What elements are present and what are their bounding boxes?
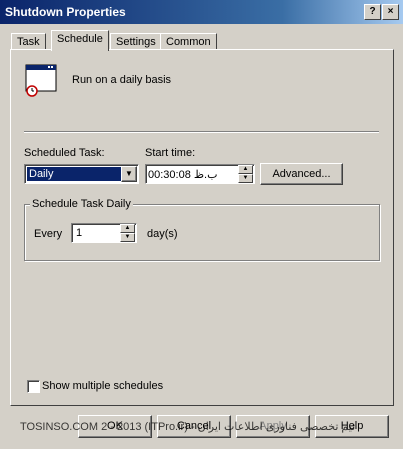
scheduled-task-label: Scheduled Task: — [24, 147, 105, 159]
scheduled-task-value: Daily — [27, 167, 121, 181]
advanced-button[interactable]: Advanced... — [260, 163, 343, 185]
tab-settings[interactable]: Settings — [110, 33, 162, 50]
start-time-value: ب.ظ 00:30:08 — [148, 169, 218, 181]
every-days-input[interactable]: 1 ▲ ▼ — [71, 223, 137, 243]
window-title: Shutdown Properties — [5, 5, 126, 19]
calendar-clock-icon — [25, 64, 57, 97]
separator — [24, 131, 379, 133]
start-time-input[interactable]: ب.ظ 00:30:08 ▲ ▼ — [145, 164, 255, 184]
title-bar: Shutdown Properties ? × — [0, 0, 403, 24]
spin-up-icon[interactable]: ▲ — [120, 224, 135, 233]
schedule-summary: Run on a daily basis — [72, 74, 172, 86]
show-multiple-label: Show multiple schedules — [42, 380, 164, 392]
tab-task[interactable]: Task — [11, 33, 46, 50]
tab-common[interactable]: Common — [160, 33, 217, 50]
spin-up-icon[interactable]: ▲ — [238, 165, 253, 174]
start-time-spinner[interactable]: ▲ ▼ — [238, 165, 253, 183]
spin-down-icon[interactable]: ▼ — [120, 233, 135, 242]
days-unit-label: day(s) — [147, 228, 178, 240]
spin-down-icon[interactable]: ▼ — [238, 174, 253, 183]
every-label: Every — [34, 228, 63, 240]
every-days-spinner[interactable]: ▲ ▼ — [120, 224, 135, 242]
close-title-button[interactable]: × — [382, 4, 399, 20]
scheduled-task-select[interactable]: Daily ▼ — [24, 164, 139, 184]
schedule-panel: Run on a daily basis Scheduled Task: Sta… — [10, 49, 394, 406]
start-time-label: Start time: — [145, 147, 196, 159]
show-multiple-checkbox[interactable] — [27, 380, 40, 393]
help-title-button[interactable]: ? — [364, 4, 381, 20]
dropdown-arrow-icon[interactable]: ▼ — [121, 166, 137, 182]
watermark-text: TOSINSO.COM 2 - 2013 (ITPro.ir) - تیم تخ… — [20, 421, 356, 433]
every-days-value: 1 — [76, 227, 83, 239]
group-title: Schedule Task Daily — [30, 198, 133, 210]
tab-schedule[interactable]: Schedule — [51, 30, 109, 51]
